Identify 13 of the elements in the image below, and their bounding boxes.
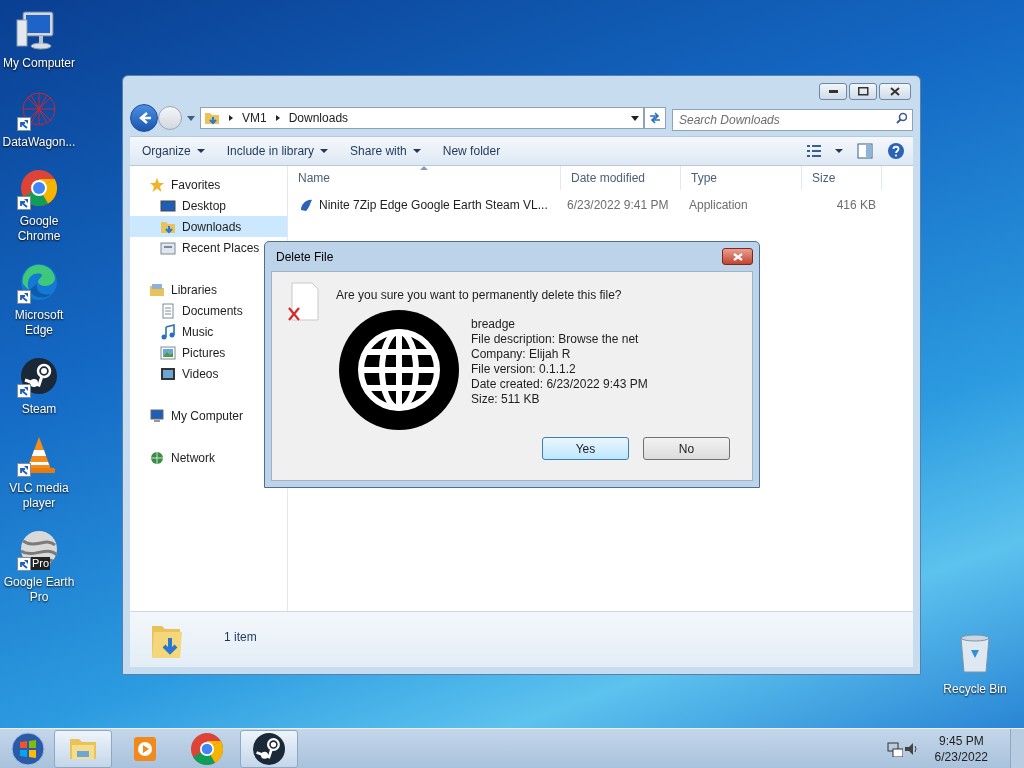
item-count: 1 item <box>224 628 257 646</box>
file-detail: Size: 511 KB <box>471 392 541 407</box>
file-detail: Company: Elijah R <box>471 347 572 362</box>
file-detail: File version: 0.1.1.2 <box>471 362 577 377</box>
table-cell-text: Application <box>688 197 749 214</box>
file-detail: File description: Browse the net <box>471 332 640 347</box>
confirmation-message: Are you sure you want to permanently delete this file? <box>336 287 622 304</box>
table-cell-text: 416 KB <box>835 197 877 214</box>
dialog-title: Delete File <box>276 248 334 266</box>
pro-badge: Pro <box>31 557 51 570</box>
file-detail: Date created: 6/23/2022 9:43 PM <box>471 377 648 392</box>
table-cell-text: 6/23/2022 9:41 PM <box>566 197 670 214</box>
file-detail: breadge <box>471 317 517 332</box>
